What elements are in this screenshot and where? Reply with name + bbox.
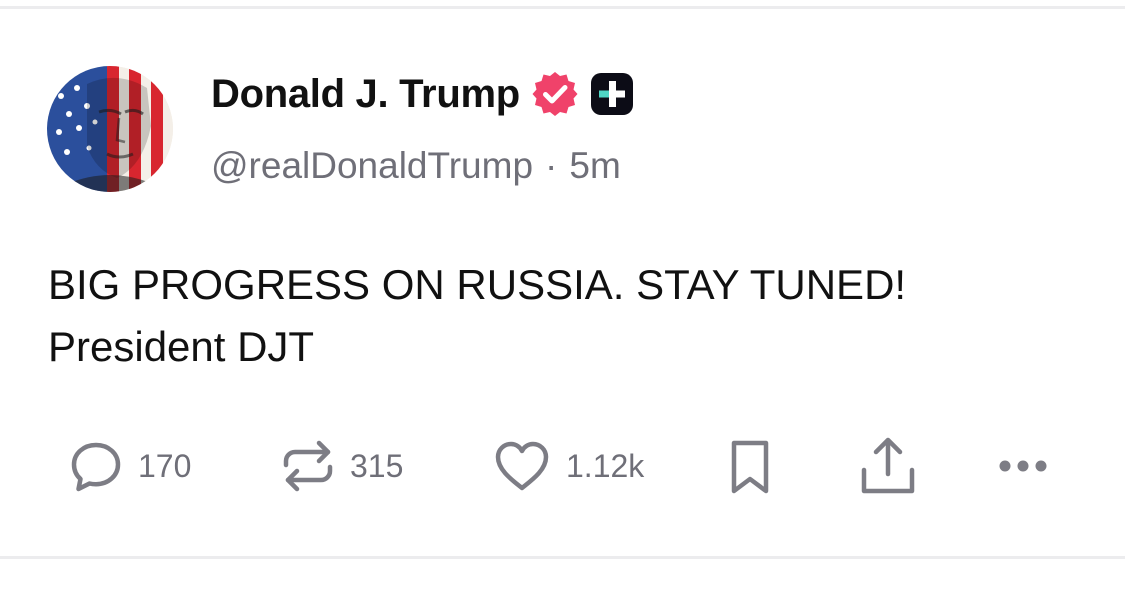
author-name-row: Donald J. Trump xyxy=(211,68,636,120)
truth-plus-icon xyxy=(588,70,636,118)
bookmark-button[interactable] xyxy=(720,436,780,496)
post-line-2: President DJT xyxy=(48,323,315,370)
retruth-count: 315 xyxy=(350,447,404,484)
verified-badge-icon xyxy=(530,69,580,119)
avatar[interactable] xyxy=(47,66,173,192)
more-options-button[interactable] xyxy=(995,436,1059,496)
heart-icon xyxy=(490,436,554,496)
retruth-icon xyxy=(278,436,338,496)
bookmark-icon xyxy=(720,436,780,496)
share-icon xyxy=(856,436,920,496)
post-timestamp[interactable]: 5m xyxy=(569,145,620,187)
retruth-button[interactable]: 315 xyxy=(278,436,403,496)
post-body: BIG PROGRESS ON RUSSIA. STAY TUNED! Pres… xyxy=(48,254,1078,378)
share-button[interactable] xyxy=(856,436,920,496)
author-handle[interactable]: @realDonaldTrump xyxy=(211,145,533,187)
bottom-divider xyxy=(0,556,1125,559)
avatar-image xyxy=(47,66,173,192)
top-divider xyxy=(0,6,1125,9)
like-count: 1.12k xyxy=(566,447,645,484)
post-line-1: BIG PROGRESS ON RUSSIA. STAY TUNED! xyxy=(48,261,907,308)
like-button[interactable]: 1.12k xyxy=(490,436,644,496)
reply-icon xyxy=(66,436,126,496)
author-display-name[interactable]: Donald J. Trump xyxy=(211,72,520,117)
reply-button[interactable]: 170 xyxy=(66,436,191,496)
meta-separator: · xyxy=(545,145,558,186)
more-icon xyxy=(995,436,1059,496)
author-meta-row: @realDonaldTrump · 5m xyxy=(211,143,621,189)
reply-count: 170 xyxy=(138,447,192,484)
